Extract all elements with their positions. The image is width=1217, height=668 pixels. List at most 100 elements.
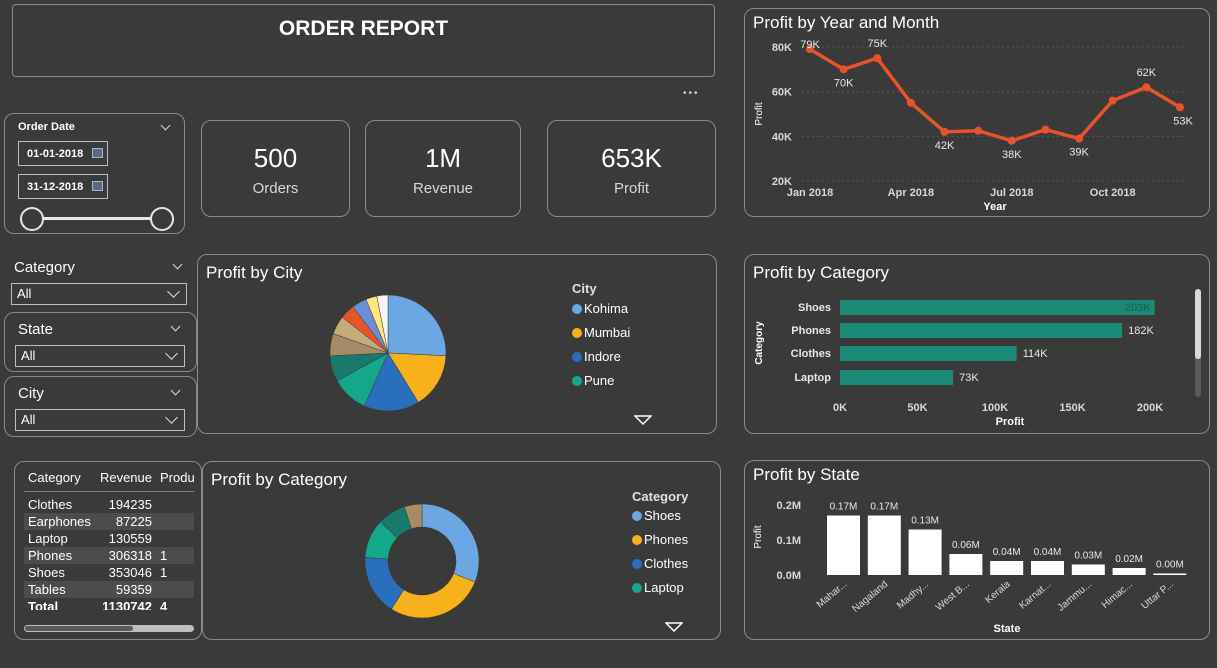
legend-item-pune[interactable]: Pune xyxy=(572,373,614,388)
column-header[interactable]: Category xyxy=(24,465,96,491)
data-label: 114K xyxy=(1023,348,1049,360)
bar[interactable] xyxy=(840,370,954,385)
horizontal-scrollbar[interactable] xyxy=(24,625,194,632)
x-tick-label: 200K xyxy=(1137,402,1163,414)
table-row[interactable]: Earphones 87225 xyxy=(24,513,194,530)
data-point[interactable] xyxy=(974,126,983,135)
city-dropdown-value: All xyxy=(21,412,36,427)
table-row[interactable]: Phones 306318 1 xyxy=(24,547,194,564)
state-bar-chart[interactable]: 0.2M 0.1M 0.0M 0.17M Mahar... 0.17M Nagaland 0.… xyxy=(745,461,1211,641)
table-row[interactable]: Laptop 130559 xyxy=(24,530,194,547)
x-tick-label: 150K xyxy=(1059,402,1085,414)
data-point[interactable] xyxy=(1176,103,1184,112)
y-tick-label: 0.0M xyxy=(777,570,801,582)
chevron-down-icon[interactable] xyxy=(170,321,181,332)
x-tick-label: 0K xyxy=(833,402,847,414)
data-point[interactable] xyxy=(940,127,949,136)
city-dropdown[interactable]: All xyxy=(15,409,185,431)
data-label: 73K xyxy=(959,372,979,384)
data-label: 0.03M xyxy=(1074,551,1102,562)
column-header[interactable]: Revenue xyxy=(96,465,152,491)
data-label: 0.00M xyxy=(1156,560,1184,571)
bar[interactable] xyxy=(827,515,860,576)
y-tick-label: 40K xyxy=(772,131,792,143)
bar[interactable] xyxy=(990,561,1024,575)
data-point[interactable] xyxy=(1075,134,1084,143)
legend-label: Mumbai xyxy=(584,325,631,340)
bar[interactable] xyxy=(867,515,901,576)
legend-dot xyxy=(572,352,582,362)
bar[interactable] xyxy=(840,300,1155,315)
bar[interactable] xyxy=(1031,561,1064,575)
vertical-scrollbar[interactable] xyxy=(1195,289,1201,397)
y-tick-label: 0.2M xyxy=(777,500,801,512)
bar[interactable] xyxy=(908,529,942,576)
x-tick-label: Karnat... xyxy=(1017,579,1053,612)
category-bar-chart[interactable]: Shoes 203K Phones 182K Clothes 114K Laptop 73K 0… xyxy=(745,255,1211,435)
calendar-icon[interactable] xyxy=(92,181,103,191)
pie-slice[interactable] xyxy=(387,294,447,357)
legend-item-indore[interactable]: Indore xyxy=(572,349,621,364)
table-cell: Earphones xyxy=(28,514,91,529)
kpi-card-orders: 500 Orders xyxy=(201,120,350,217)
legend-scroll-down-icon[interactable] xyxy=(634,415,652,425)
state-dropdown[interactable]: All xyxy=(15,345,185,367)
city-slicer-title: City xyxy=(18,385,44,402)
table-row[interactable]: Tables 59359 xyxy=(24,581,194,598)
end-date-field[interactable]: 31-12-2018 xyxy=(18,174,108,199)
legend-item-phones[interactable]: Phones xyxy=(632,532,688,547)
table-total-row: Total 1130742 4 xyxy=(24,598,194,610)
data-point[interactable] xyxy=(1142,83,1151,92)
line-chart[interactable]: 80K60K40K20KJan 2018 Apr 2018 Jul 2018 Oct … xyxy=(745,9,1211,218)
data-point[interactable] xyxy=(1108,96,1117,105)
bar[interactable] xyxy=(1153,573,1187,576)
calendar-icon[interactable] xyxy=(92,148,103,158)
more-options-icon[interactable]: ••• xyxy=(683,88,700,99)
scrollbar-thumb[interactable] xyxy=(25,626,133,631)
legend-item-kohima[interactable]: Kohima xyxy=(572,301,628,316)
data-point[interactable] xyxy=(1007,136,1016,145)
category-slicer: Category All xyxy=(10,254,190,308)
profit-series-line[interactable] xyxy=(809,47,1181,143)
x-tick-label: 50K xyxy=(907,402,927,414)
bar[interactable] xyxy=(949,554,983,575)
start-date-field[interactable]: 01-01-2018 xyxy=(18,141,108,166)
table-cell xyxy=(152,496,194,513)
data-point[interactable] xyxy=(906,98,915,107)
table-cell: Phones xyxy=(28,548,73,563)
legend-title: City xyxy=(572,281,597,296)
legend-label: Phones xyxy=(644,532,689,547)
legend-item-laptop[interactable]: Laptop xyxy=(632,580,684,595)
city-pie-chart[interactable] xyxy=(323,288,453,418)
bar[interactable] xyxy=(840,323,1123,338)
category-donut-chart[interactable] xyxy=(361,500,483,622)
table-row[interactable]: Shoes 353046 1 xyxy=(24,564,194,581)
legend-item-mumbai[interactable]: Mumbai xyxy=(572,325,630,340)
legend-item-shoes[interactable]: Shoes xyxy=(632,508,681,523)
chevron-down-icon[interactable] xyxy=(160,120,171,131)
bar[interactable] xyxy=(1071,564,1105,576)
x-tick-label: Nagaland xyxy=(850,579,890,615)
bar[interactable] xyxy=(1112,568,1146,575)
pie-slice[interactable] xyxy=(391,573,476,619)
chevron-down-icon[interactable] xyxy=(170,385,181,396)
bar[interactable] xyxy=(840,346,1017,361)
data-point[interactable] xyxy=(1041,125,1050,134)
data-point[interactable] xyxy=(839,65,848,74)
legend-scroll-down-icon[interactable] xyxy=(665,622,683,632)
date-range-end-handle[interactable] xyxy=(150,207,174,231)
date-range-start-handle[interactable] xyxy=(20,207,44,231)
legend-label: Kohima xyxy=(584,301,629,316)
x-tick-label: Kerala xyxy=(983,579,1013,606)
profit-by-year-month-panel: Profit by Year and Month 80K 60K 40K 20K Jan… xyxy=(744,8,1210,217)
column-header[interactable]: Produ xyxy=(152,465,194,491)
pie-slice[interactable] xyxy=(421,503,480,583)
category-dropdown[interactable]: All xyxy=(11,283,187,305)
scrollbar-thumb[interactable] xyxy=(1195,289,1201,359)
data-point[interactable] xyxy=(873,54,882,63)
y-axis-title: Profit xyxy=(754,102,765,126)
table-row[interactable]: Clothes 194235 xyxy=(24,496,194,513)
data-label: 0.13M xyxy=(911,516,939,527)
legend-item-clothes[interactable]: Clothes xyxy=(632,556,688,571)
chevron-down-icon[interactable] xyxy=(172,259,183,270)
